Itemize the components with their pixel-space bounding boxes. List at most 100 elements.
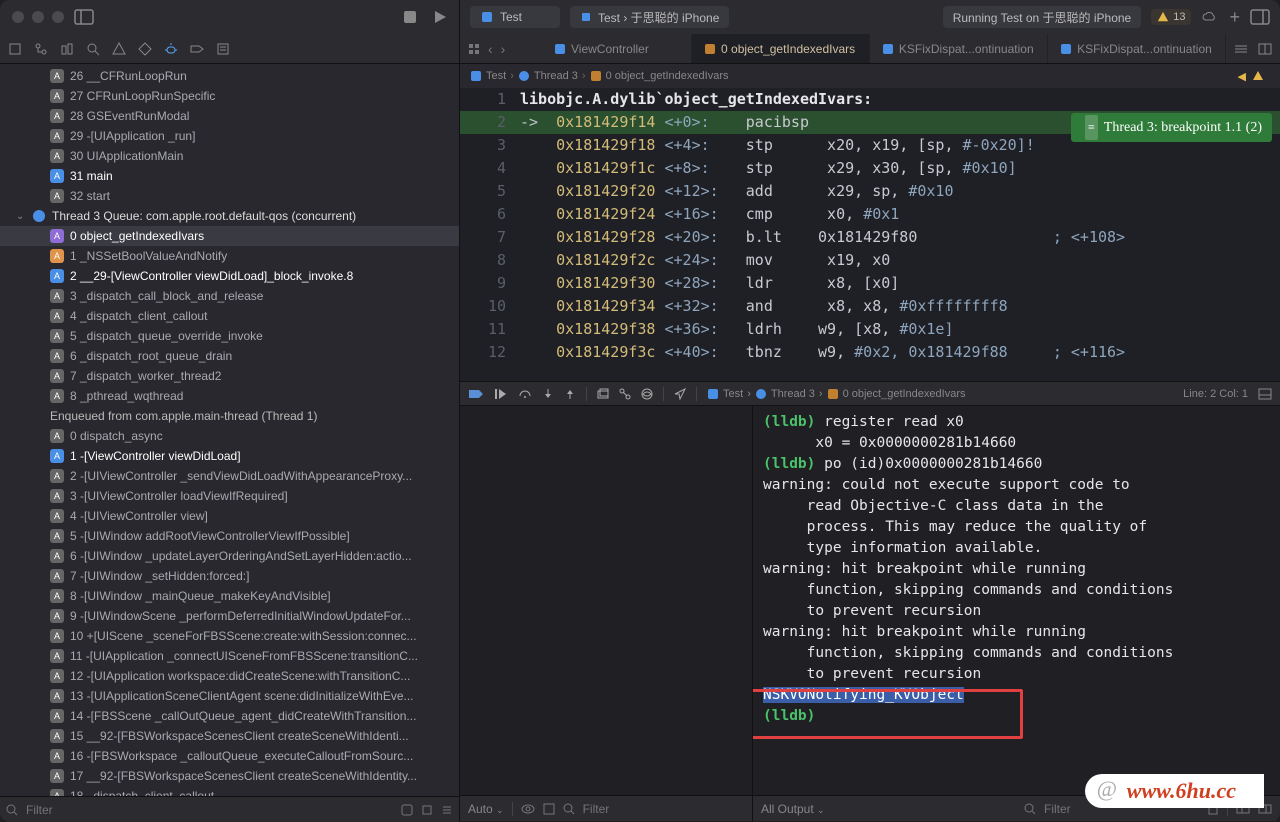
auto-scope-selector[interactable]: Auto ⌄ <box>468 802 504 816</box>
device-selector[interactable]: Test › 于思聪的 iPhone <box>570 6 729 28</box>
test-nav-icon[interactable] <box>138 42 152 56</box>
find-nav-icon[interactable] <box>86 42 100 56</box>
editor-tab-viewcontroller[interactable]: ViewController <box>513 34 691 63</box>
stack-frame[interactable]: A14 -[FBSScene _callOutQueue_agent_didCr… <box>0 706 459 726</box>
simulate-location-button[interactable] <box>674 388 686 400</box>
disasm-line[interactable]: 12 0x181429f3c <+40>: tbnz w9, #0x2, 0x1… <box>460 341 1280 364</box>
stack-frame[interactable]: A8 -[UIWindow _mainQueue_makeKeyAndVisib… <box>0 586 459 606</box>
stack-frame[interactable]: A2 __29-[ViewController viewDidLoad]_blo… <box>0 266 459 286</box>
back-icon[interactable]: ‹ <box>488 41 493 57</box>
source-control-nav-icon[interactable] <box>34 42 48 56</box>
stack-frame[interactable]: A10 +[UIScene _sceneForFBSScene:create:w… <box>0 626 459 646</box>
print-description-icon[interactable] <box>543 803 555 815</box>
stop-button[interactable] <box>403 10 417 24</box>
stack-frame[interactable]: A26 __CFRunLoopRun <box>0 66 459 86</box>
scheme-selector[interactable]: Test <box>470 6 560 28</box>
issue-indicator-icon[interactable]: ◀ <box>1238 70 1246 83</box>
inspector-toggle-icon[interactable] <box>1250 9 1270 25</box>
report-nav-icon[interactable] <box>216 42 230 56</box>
forward-icon[interactable]: › <box>501 41 506 57</box>
disasm-line[interactable]: 9 0x181429f30 <+28>: ldr x8, [x0] <box>460 272 1280 295</box>
stack-frame[interactable]: A0 dispatch_async <box>0 426 459 446</box>
stack-frame[interactable]: A4 -[UIViewController view] <box>0 506 459 526</box>
editor-options-icon[interactable] <box>1234 43 1248 55</box>
quicklook-icon[interactable] <box>521 804 535 814</box>
stack-frame[interactable]: A3 _dispatch_call_block_and_release <box>0 286 459 306</box>
stack-frame[interactable]: A29 -[UIApplication _run] <box>0 126 459 146</box>
disasm-line[interactable]: 10 0x181429f34 <+32>: and x8, x8, #0xfff… <box>460 295 1280 318</box>
warning-indicator-icon[interactable] <box>1252 70 1264 83</box>
stack-frame[interactable]: A12 -[UIApplication workspace:didCreateS… <box>0 666 459 686</box>
disassembly-editor[interactable]: 1libobjc.A.dylib`object_getIndexedIvars:… <box>460 88 1280 381</box>
disasm-line[interactable]: 6 0x181429f24 <+16>: cmp x0, #0x1 <box>460 203 1280 226</box>
stack-frame[interactable]: A27 CFRunLoopRunSpecific <box>0 86 459 106</box>
stack-frame[interactable]: A4 _dispatch_client_callout <box>0 306 459 326</box>
disasm-line[interactable]: 4 0x181429f1c <+8>: stp x29, x30, [sp, #… <box>460 157 1280 180</box>
stack-frame[interactable]: A11 -[UIApplication _connectUISceneFromF… <box>0 646 459 666</box>
continue-button[interactable] <box>494 388 508 400</box>
breakpoint-nav-icon[interactable] <box>190 42 204 56</box>
warnings-badge[interactable]: 13 <box>1151 9 1191 25</box>
debug-nav-icon[interactable] <box>164 42 178 56</box>
debug-area-toggle-icon[interactable] <box>1258 388 1272 400</box>
step-into-button[interactable] <box>542 388 554 400</box>
editor-tab-ksfix-1[interactable]: KSFixDispat...ontinuation <box>870 34 1048 63</box>
stack-frame[interactable]: A16 -[FBSWorkspace _calloutQueue_execute… <box>0 746 459 766</box>
disasm-line[interactable]: 1libobjc.A.dylib`object_getIndexedIvars: <box>460 88 1280 111</box>
issue-nav-icon[interactable] <box>112 42 126 56</box>
debug-view-hierarchy-button[interactable] <box>597 388 609 400</box>
stack-frame[interactable]: A30 UIApplicationMain <box>0 146 459 166</box>
stack-frame[interactable]: A32 start <box>0 186 459 206</box>
stack-frame[interactable]: A18 _dispatch_client_callout <box>0 786 459 796</box>
zoom-window-icon[interactable] <box>52 11 64 23</box>
stack-frame[interactable]: A2 -[UIViewController _sendViewDidLoadWi… <box>0 466 459 486</box>
step-out-button[interactable] <box>564 388 576 400</box>
stack-frame[interactable]: A15 __92-[FBSWorkspaceScenesClient creat… <box>0 726 459 746</box>
stack-frame[interactable]: A17 __92-[FBSWorkspaceScenesClient creat… <box>0 766 459 786</box>
stack-frame[interactable]: A31 main <box>0 166 459 186</box>
bookmarks-nav-icon[interactable] <box>60 42 74 56</box>
stack-frame[interactable]: A7 -[UIWindow _setHidden:forced:] <box>0 566 459 586</box>
stack-frame[interactable]: A13 -[UIApplicationSceneClientAgent scen… <box>0 686 459 706</box>
editor-tab-disassembly[interactable]: 0 object_getIndexedIvars <box>692 34 870 63</box>
variables-filter-input[interactable] <box>583 802 744 816</box>
stack-frame[interactable]: A7 _dispatch_worker_thread2 <box>0 366 459 386</box>
close-window-icon[interactable] <box>12 11 24 23</box>
filter-running-icon[interactable] <box>441 804 453 816</box>
traffic-lights[interactable] <box>12 11 64 23</box>
stack-frame[interactable]: A6 _dispatch_root_queue_drain <box>0 346 459 366</box>
environment-overrides-button[interactable] <box>641 388 653 400</box>
console-output[interactable]: (lldb) register read x0 x0 = 0x000000028… <box>753 406 1280 795</box>
stack-frame[interactable]: A1 -[ViewController viewDidLoad] <box>0 446 459 466</box>
cloud-status-icon[interactable] <box>1201 10 1219 24</box>
stack-frame[interactable]: A8 _pthread_wqthread <box>0 386 459 406</box>
run-button[interactable] <box>433 10 447 24</box>
navigator-filter-input[interactable] <box>26 803 393 817</box>
toggle-breakpoints-button[interactable] <box>468 388 484 400</box>
thread-header[interactable]: ⌄ Thread 3 Queue: com.apple.root.default… <box>0 206 459 226</box>
editor-tab-ksfix-2[interactable]: KSFixDispat...ontinuation <box>1048 34 1226 63</box>
stack-frame[interactable]: A6 -[UIWindow _updateLayerOrderingAndSet… <box>0 546 459 566</box>
disasm-line[interactable]: 11 0x181429f38 <+36>: ldrh w9, [x8, #0x1… <box>460 318 1280 341</box>
breakpoint-banner[interactable]: ≡Thread 3: breakpoint 1.1 (2) <box>1071 113 1272 142</box>
stack-frame[interactable]: A3 -[UIViewController loadViewIfRequired… <box>0 486 459 506</box>
debug-breadcrumb[interactable]: Test› Thread 3› 0 object_getIndexedIvars <box>707 388 965 400</box>
filter-icon[interactable] <box>1024 803 1036 815</box>
stack-frame[interactable]: A0 object_getIndexedIvars <box>0 226 459 246</box>
editor-breadcrumb[interactable]: Test› Thread 3› 0 object_getIndexedIvars… <box>460 64 1280 88</box>
step-over-button[interactable] <box>518 388 532 400</box>
sidebar-toggle-icon[interactable] <box>74 9 94 25</box>
minimize-window-icon[interactable] <box>32 11 44 23</box>
stack-frame[interactable]: A28 GSEventRunModal <box>0 106 459 126</box>
stack-frame[interactable]: A5 -[UIWindow addRootViewControllerViewI… <box>0 526 459 546</box>
filter-icon[interactable] <box>563 803 575 815</box>
project-nav-icon[interactable] <box>8 42 22 56</box>
adjust-editor-icon[interactable] <box>1258 43 1272 55</box>
filter-crashed-icon[interactable] <box>401 804 413 816</box>
disasm-line[interactable]: 5 0x181429f20 <+12>: add x29, sp, #0x10 <box>460 180 1280 203</box>
stack-frame[interactable]: A9 -[UIWindowScene _performDeferredIniti… <box>0 606 459 626</box>
add-tab-icon[interactable]: + <box>1229 7 1240 28</box>
disasm-line[interactable]: 7 0x181429f28 <+20>: b.lt 0x181429f80 ; … <box>460 226 1280 249</box>
debug-memory-graph-button[interactable] <box>619 388 631 400</box>
stack-frame[interactable]: A5 _dispatch_queue_override_invoke <box>0 326 459 346</box>
